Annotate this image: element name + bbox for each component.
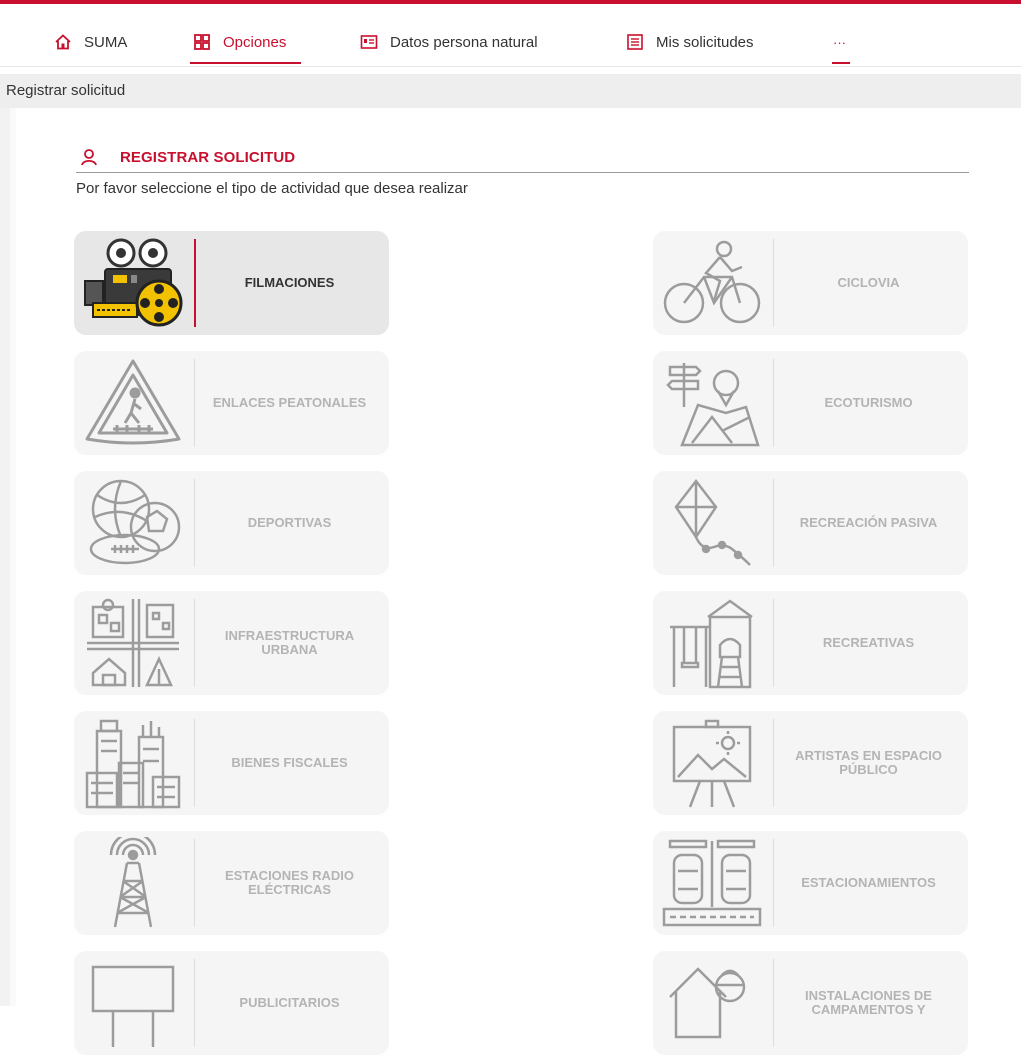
more-menu-button[interactable]: ··· (833, 30, 846, 54)
nav-item-datos-persona[interactable]: Datos persona natural (360, 30, 538, 54)
activity-label: ENLACES PEATONALES (212, 395, 367, 410)
playground-icon (670, 599, 753, 689)
activity-card-bienes-fiscales[interactable]: BIENES FISCALES (74, 711, 389, 815)
activity-label: CICLOVIA (837, 275, 900, 290)
list-icon (627, 34, 643, 50)
section-heading: REGISTRAR SOLICITUD (80, 146, 295, 168)
activity-label: PUBLICITARIOS (239, 995, 340, 1010)
activity-card-deportivas[interactable]: DEPORTIVAS (74, 471, 389, 575)
grid-icon (194, 34, 210, 50)
activity-label: ESTACIONAMIENTOS (801, 875, 936, 890)
more-icon: ··· (833, 34, 846, 50)
billboard-icon (91, 965, 175, 1047)
page-subtitle: Por favor seleccione el tipo de activida… (76, 180, 468, 197)
activity-card-recreativas[interactable]: RECREATIVAS (653, 591, 968, 695)
buildings-icon (85, 719, 181, 809)
pedestrian-sign-icon (85, 359, 181, 445)
home-icon (55, 34, 71, 50)
activity-label: BIENES FISCALES (231, 755, 348, 770)
nav-item-mis-solicitudes[interactable]: Mis solicitudes (626, 30, 754, 54)
nav-label: Datos persona natural (390, 33, 538, 51)
activity-card-campamentos[interactable]: INSTALACIONES DE CAMPAMENTOS Y (653, 951, 968, 1055)
left-edge-panel (0, 108, 16, 1006)
map-signpost-icon (666, 363, 760, 447)
nav-label: SUMA (84, 33, 128, 51)
activity-card-recreacion-pasiva[interactable]: RECREACIÓN PASIVA (653, 471, 968, 575)
nav-label: Opciones (223, 33, 287, 51)
top-navigation: SUMA Opciones Datos persona natural Mis … (0, 4, 1021, 68)
user-icon (81, 149, 97, 166)
sports-balls-icon (89, 479, 181, 565)
activity-card-ciclovia[interactable]: CICLOVIA (653, 231, 968, 335)
activity-label: RECREACIÓN PASIVA (799, 515, 938, 530)
activity-card-filmaciones[interactable]: FILMACIONES (74, 231, 389, 335)
id-card-icon (360, 35, 378, 49)
nav-label: Mis solicitudes (656, 33, 754, 51)
activity-card-infraestructura-urbana[interactable]: INFRAESTRUCTURA URBANA (74, 591, 389, 695)
breadcrumb: Registrar solicitud (6, 82, 126, 99)
activity-card-estaciones-radio[interactable]: ESTACIONES RADIO ELÉCTRICAS (74, 831, 389, 935)
camp-worker-icon (669, 967, 746, 1039)
activity-label: ECOTURISMO (824, 395, 913, 410)
easel-icon (672, 719, 752, 808)
activity-card-artistas[interactable]: ARTISTAS EN ESPACIO PÚBLICO (653, 711, 968, 815)
breadcrumb-bar: Registrar solicitud (0, 74, 1021, 108)
activity-label: INFRAESTRUCTURA URBANA (224, 628, 355, 657)
page-title: REGISTRAR SOLICITUD (120, 148, 296, 166)
bicycle-icon (663, 240, 761, 324)
more-indicator (832, 62, 850, 64)
activity-label: DEPORTIVAS (247, 515, 332, 530)
activity-card-publicitarios[interactable]: PUBLICITARIOS (74, 951, 389, 1055)
active-tab-indicator (190, 62, 301, 64)
activity-label: INSTALACIONES DE CAMPAMENTOS Y (805, 988, 932, 1017)
activity-label: RECREATIVAS (822, 635, 915, 650)
nav-divider (0, 66, 1021, 67)
activity-label: ARTISTAS EN ESPACIO PÚBLICO (795, 748, 942, 777)
activity-label: ESTACIONES RADIO ELÉCTRICAS (224, 868, 355, 897)
activity-label: FILMACIONES (244, 275, 335, 290)
urban-infrastructure-icon (87, 598, 179, 687)
nav-item-suma[interactable]: SUMA (54, 30, 127, 54)
activity-card-ecoturismo[interactable]: ECOTURISMO (653, 351, 968, 455)
title-divider (76, 172, 969, 173)
film-camera-icon (84, 238, 183, 327)
activity-card-enlaces-peatonales[interactable]: ENLACES PEATONALES (74, 351, 389, 455)
activity-card-estacionamientos[interactable]: ESTACIONAMIENTOS (653, 831, 968, 935)
parking-icon (662, 839, 762, 927)
radio-tower-icon (109, 837, 157, 928)
nav-item-opciones[interactable]: Opciones (193, 30, 286, 54)
kite-icon (674, 478, 751, 566)
